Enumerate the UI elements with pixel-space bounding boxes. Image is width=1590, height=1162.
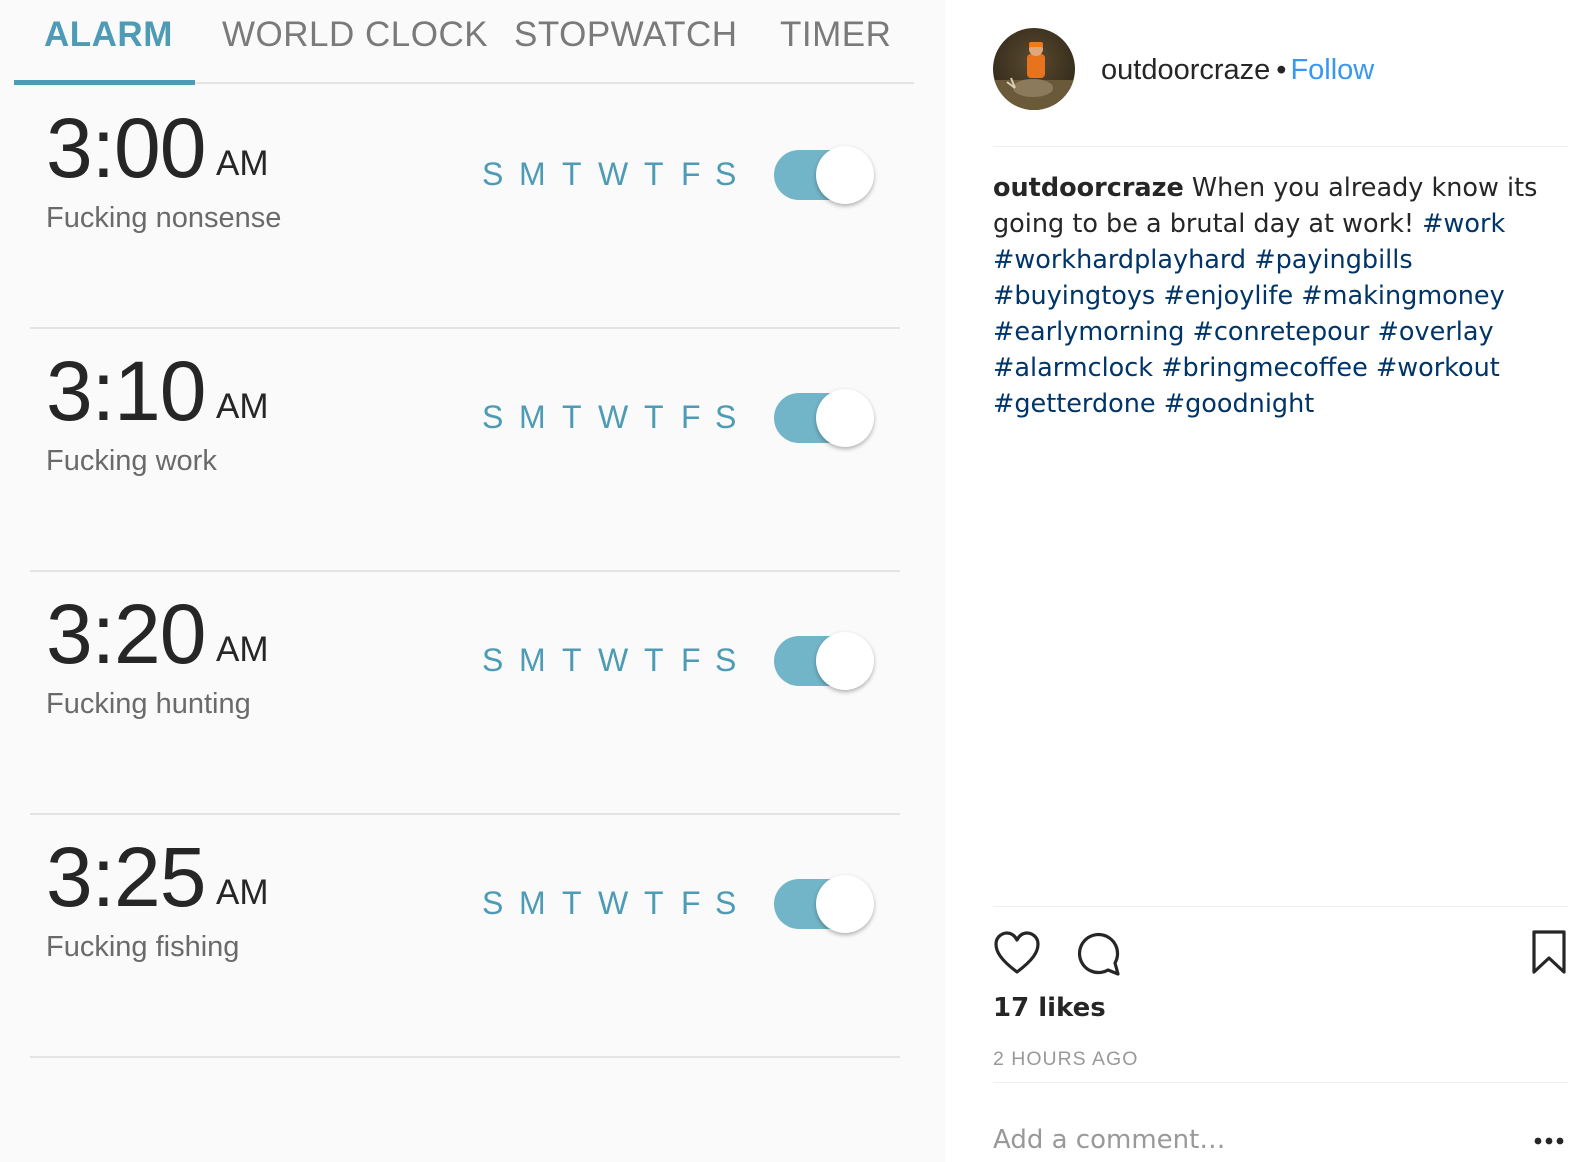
comment-bubble-icon[interactable]: [1075, 930, 1121, 976]
day-thursday: T: [644, 156, 664, 192]
comment-divider: [993, 1082, 1568, 1083]
hashtag-link[interactable]: #workhardplayhard: [993, 245, 1246, 275]
post-header: outdoorcraze • Follow: [1101, 50, 1374, 90]
alarm-row[interactable]: 3:20 AM Fucking hunting S M T W T F S: [0, 572, 945, 815]
alarm-toggle[interactable]: [774, 875, 874, 933]
day-friday: F: [681, 642, 701, 678]
hashtag-link[interactable]: #earlymorning: [993, 317, 1184, 347]
hashtag-link[interactable]: #buyingtoys: [993, 281, 1155, 311]
day-monday: M: [519, 156, 546, 192]
alarm-repeat-days: S M T W T F S: [482, 640, 736, 680]
avatar-photo: [993, 28, 1075, 110]
day-wednesday: W: [598, 885, 629, 921]
alarm-repeat-days: S M T W T F S: [482, 154, 736, 194]
actions-divider: [993, 906, 1568, 907]
alarm-repeat-days: S M T W T F S: [482, 883, 736, 923]
separator-dot: •: [1276, 54, 1287, 86]
day-wednesday: W: [598, 642, 629, 678]
hashtag-link[interactable]: #enjoylife: [1163, 281, 1293, 311]
hashtag-link[interactable]: #makingmoney: [1301, 281, 1504, 311]
alarm-toggle[interactable]: [774, 389, 874, 447]
day-tuesday: T: [562, 885, 582, 921]
alarm-ampm: AM: [216, 144, 269, 183]
day-wednesday: W: [598, 399, 629, 435]
alarm-label: Fucking hunting: [46, 688, 251, 720]
caption-username[interactable]: outdoorcraze: [993, 173, 1184, 203]
alarm-row[interactable]: 3:25 AM Fucking fishing S M T W T F S: [0, 815, 945, 1058]
day-saturday: S: [715, 642, 737, 678]
day-thursday: T: [644, 399, 664, 435]
day-thursday: T: [644, 885, 664, 921]
hashtag-link[interactable]: #bringmecoffee: [1161, 353, 1368, 383]
day-friday: F: [681, 399, 701, 435]
toggle-knob: [816, 875, 874, 933]
day-sunday: S: [482, 399, 504, 435]
ellipsis-icon[interactable]: [1533, 1136, 1565, 1146]
day-sunday: S: [482, 156, 504, 192]
alarm-ampm: AM: [216, 630, 269, 669]
alarm-toggle[interactable]: [774, 632, 874, 690]
hashtag-link[interactable]: #payingbills: [1254, 245, 1412, 275]
day-tuesday: T: [562, 156, 582, 192]
day-saturday: S: [715, 399, 737, 435]
toggle-knob: [816, 389, 874, 447]
like-count[interactable]: 17 likes: [993, 993, 1106, 1023]
day-saturday: S: [715, 885, 737, 921]
day-monday: M: [519, 642, 546, 678]
hashtag-link[interactable]: #alarmclock: [993, 353, 1153, 383]
day-friday: F: [681, 885, 701, 921]
alarm-ampm: AM: [216, 873, 269, 912]
row-divider: [30, 1056, 900, 1058]
alarm-toggle[interactable]: [774, 146, 874, 204]
hashtag-link[interactable]: #getterdone: [993, 389, 1156, 419]
hashtag-link[interactable]: #conretepour: [1193, 317, 1370, 347]
username[interactable]: outdoorcraze: [1101, 54, 1270, 86]
alarm-row[interactable]: 3:00 AM Fucking nonsense S M T W T F S: [0, 86, 945, 329]
day-monday: M: [519, 399, 546, 435]
tab-alarm[interactable]: ALARM: [44, 0, 172, 86]
toggle-knob: [816, 146, 874, 204]
active-tab-indicator: [14, 80, 195, 85]
alarm-tab-bar: ALARM WORLD CLOCK STOPWATCH TIMER: [0, 0, 945, 86]
alarm-row[interactable]: 3:10 AM Fucking work S M T W T F S: [0, 329, 945, 572]
day-saturday: S: [715, 156, 737, 192]
header-divider: [993, 146, 1568, 147]
day-sunday: S: [482, 885, 504, 921]
alarm-label: Fucking nonsense: [46, 202, 282, 234]
post-caption: outdoorcraze When you already know its g…: [993, 170, 1553, 422]
hashtag-link[interactable]: #goodnight: [1164, 389, 1315, 419]
day-sunday: S: [482, 642, 504, 678]
day-wednesday: W: [598, 156, 629, 192]
hashtag-link[interactable]: #workout: [1376, 353, 1500, 383]
comment-input[interactable]: [993, 1120, 1493, 1160]
avatar[interactable]: [993, 28, 1075, 110]
day-tuesday: T: [562, 399, 582, 435]
day-friday: F: [681, 156, 701, 192]
tab-timer[interactable]: TIMER: [780, 0, 891, 86]
hashtag-link[interactable]: #overlay: [1378, 317, 1494, 347]
alarm-label: Fucking work: [46, 445, 217, 477]
day-thursday: T: [644, 642, 664, 678]
day-monday: M: [519, 885, 546, 921]
alarm-time: 3:10: [46, 344, 206, 438]
tab-world-clock[interactable]: WORLD CLOCK: [222, 0, 488, 86]
tab-stopwatch[interactable]: STOPWATCH: [514, 0, 737, 86]
toggle-knob: [816, 632, 874, 690]
day-tuesday: T: [562, 642, 582, 678]
alarm-time: 3:00: [46, 101, 206, 195]
post-sidebar: outdoorcraze • Follow outdoorcraze When yo…: [945, 0, 1590, 1162]
follow-button[interactable]: Follow: [1290, 54, 1374, 86]
alarm-label: Fucking fishing: [46, 931, 240, 963]
alarm-app-screenshot: ALARM WORLD CLOCK STOPWATCH TIMER 3:00 A…: [0, 0, 945, 1162]
heart-icon[interactable]: [993, 930, 1041, 976]
alarm-time: 3:20: [46, 587, 206, 681]
post-timestamp: 2 HOURS AGO: [993, 1048, 1139, 1070]
hashtag-link[interactable]: #work: [1422, 209, 1505, 239]
alarm-ampm: AM: [216, 387, 269, 426]
bookmark-icon[interactable]: [1531, 930, 1567, 974]
alarm-repeat-days: S M T W T F S: [482, 397, 736, 437]
alarm-time: 3:25: [46, 830, 206, 924]
